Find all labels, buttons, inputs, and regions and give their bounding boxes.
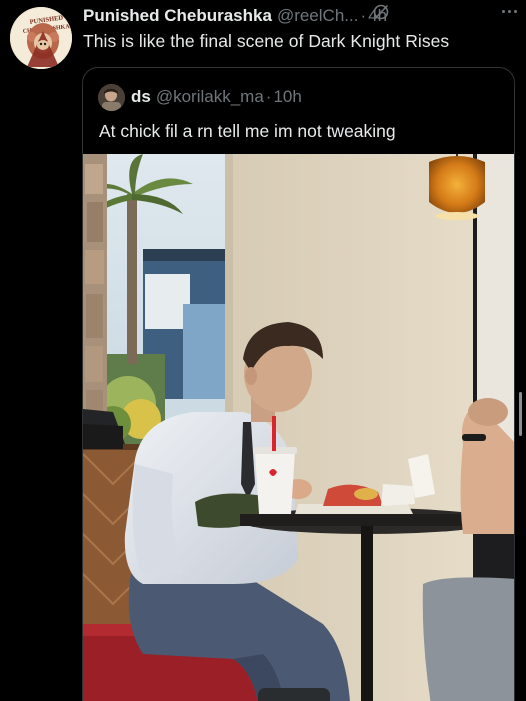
quoted-tweet[interactable]: ds @korilakk_ma · 10h At chick fil a rn …: [82, 67, 515, 701]
scrollbar-thumb[interactable]: [519, 392, 522, 436]
quoted-header-separator: ·: [265, 87, 272, 106]
quoted-tweet-text: At chick fil a rn tell me im not tweakin…: [99, 121, 396, 141]
quoted-tweet-header: ds @korilakk_ma · 10h: [98, 83, 302, 111]
author-display-name[interactable]: Punished Cheburashka: [83, 6, 272, 26]
tweet-header: Punished Cheburashka @reelCh... · 4h: [83, 5, 520, 27]
author-avatar[interactable]: PUNISHED CHEBURASHKA: [10, 7, 72, 69]
header-separator: ·: [360, 6, 367, 25]
slash-circle-icon[interactable]: [372, 3, 390, 21]
more-horizontal-icon[interactable]: [498, 5, 520, 17]
quoted-author-handle[interactable]: @korilakk_ma: [156, 87, 264, 107]
tweet-text: This is like the final scene of Dark Kni…: [83, 31, 450, 51]
author-handle[interactable]: @reelCh...: [277, 6, 359, 26]
bottom-handle: [258, 688, 330, 701]
quoted-post-timestamp[interactable]: 10h: [273, 87, 301, 107]
quoted-tweet-photo[interactable]: [83, 154, 514, 701]
tweet[interactable]: PUNISHED CHEBURASHKA Punished Cheburashk…: [0, 0, 526, 701]
quoted-author-avatar[interactable]: [98, 83, 125, 111]
quoted-author-display-name[interactable]: ds: [131, 87, 151, 107]
